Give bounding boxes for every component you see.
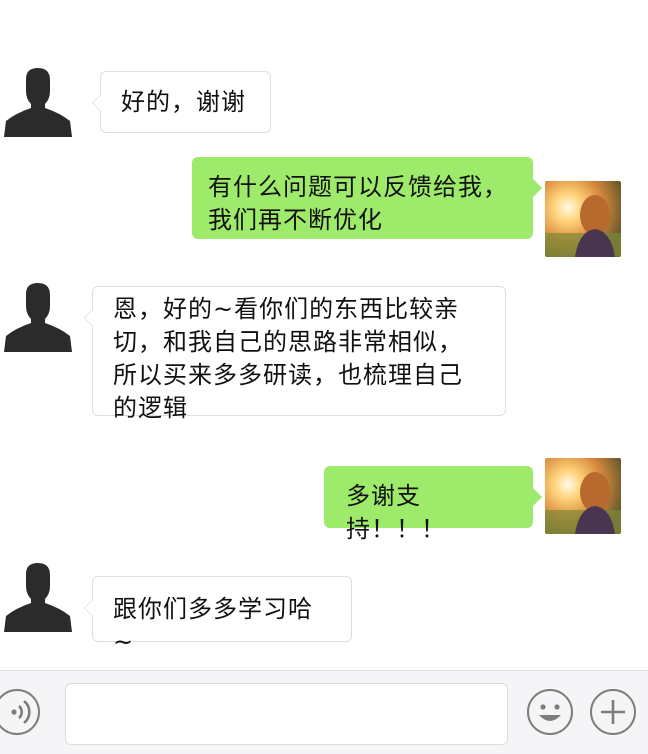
- person-silhouette-icon: [4, 283, 72, 352]
- person-silhouette-icon: [4, 563, 72, 632]
- message-line: 所以买来多多研读，也梳理自己: [113, 361, 463, 389]
- contact-avatar[interactable]: [2, 280, 74, 352]
- my-avatar[interactable]: [545, 181, 621, 257]
- message-input[interactable]: [65, 683, 508, 745]
- voice-icon: [11, 699, 31, 725]
- person-silhouette-icon: [4, 68, 72, 137]
- my-avatar[interactable]: [545, 458, 621, 534]
- emoji-button[interactable]: [527, 689, 573, 735]
- plus-icon: [601, 700, 625, 724]
- message-bubble[interactable]: 多谢支持！！！: [324, 466, 542, 543]
- message-line: 的逻辑: [113, 394, 188, 422]
- message-bubble[interactable]: 好的，谢谢: [92, 71, 271, 133]
- more-button[interactable]: [590, 689, 636, 735]
- message-line: 有什么问题可以反馈给我，: [208, 173, 508, 201]
- contact-avatar[interactable]: [2, 65, 74, 137]
- message-line: 恩，好的~看你们的东西比较亲: [113, 295, 460, 323]
- profile-photo-image: [545, 181, 621, 257]
- message-line: 我们再不断优化: [208, 206, 383, 234]
- message-text: 跟你们多多学习哈~: [113, 595, 313, 656]
- profile-photo-image: [545, 458, 621, 534]
- message-line: 切，和我自己的思路非常相似，: [113, 328, 463, 356]
- contact-avatar[interactable]: [2, 560, 74, 632]
- chat-area[interactable]: 好的，谢谢 有什么问题可以反馈给我， 我们再不断优化 恩，好的~看你们的东西比较…: [0, 0, 648, 670]
- message-text: 多谢支持！！！: [346, 482, 446, 543]
- message-bubble[interactable]: 恩，好的~看你们的东西比较亲 切，和我自己的思路非常相似， 所以买来多多研读，也…: [84, 286, 506, 422]
- input-bar: [0, 670, 648, 754]
- message-text: 好的，谢谢: [121, 88, 246, 116]
- emoji-icon: [539, 704, 561, 721]
- message-bubble[interactable]: 有什么问题可以反馈给我， 我们再不断优化: [192, 157, 542, 239]
- message-bubble[interactable]: 跟你们多多学习哈~: [84, 576, 352, 656]
- voice-button[interactable]: [0, 689, 40, 735]
